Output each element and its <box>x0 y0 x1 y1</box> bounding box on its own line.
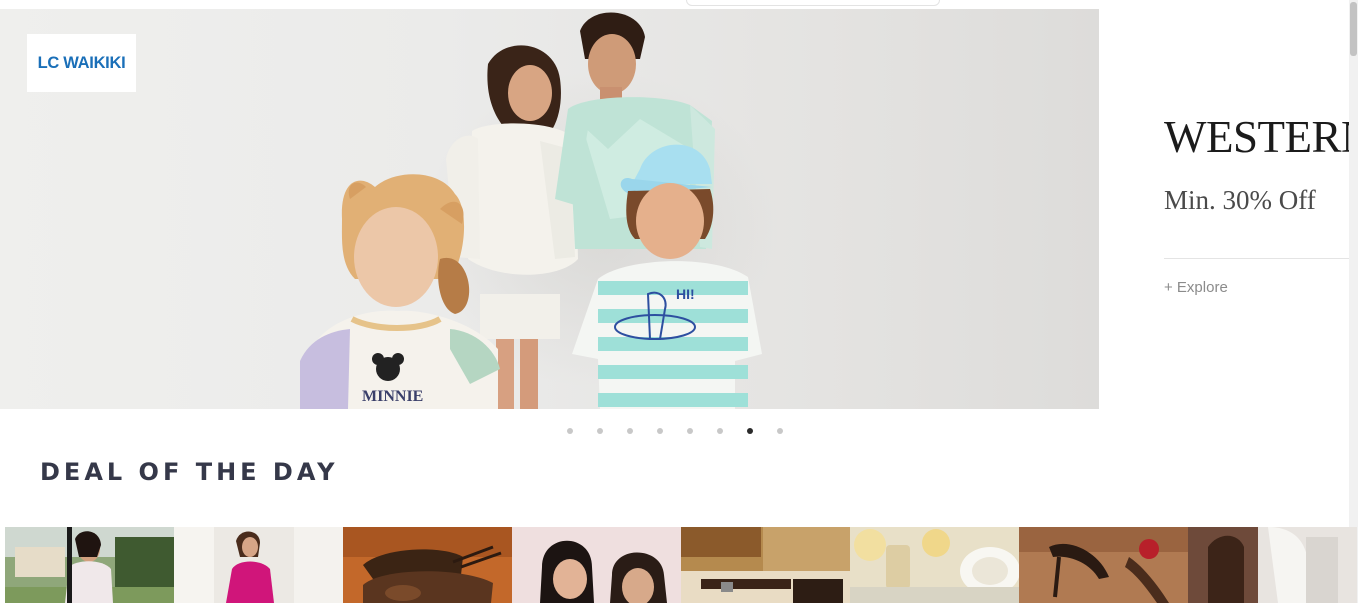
deal-tile-woman-in-park[interactable] <box>5 527 174 603</box>
carousel-dot[interactable] <box>717 428 723 434</box>
carousel-dot[interactable] <box>627 428 633 434</box>
hero-banner[interactable]: MINNIE HI! LC WAIKIKI <box>0 9 1099 409</box>
page-scrollbar[interactable]: ▼ <box>1349 0 1358 603</box>
deal-tile-glassware-tableware[interactable] <box>850 527 1019 603</box>
deal-tiles-row <box>5 527 1357 603</box>
scrollbar-thumb[interactable] <box>1350 2 1357 56</box>
deal-tile-leather-belt-wallet[interactable] <box>681 527 850 603</box>
carousel-dots <box>567 428 783 434</box>
promo-title: WESTERN <box>1164 112 1349 162</box>
svg-text:HI!: HI! <box>676 286 695 302</box>
brand-logo-text: LC WAIKIKI <box>37 53 126 72</box>
promo-panel: WESTERN Min. 30% Off + Explore <box>1099 9 1349 409</box>
carousel-dot[interactable] <box>777 428 783 434</box>
promo-divider <box>1164 258 1349 259</box>
deal-tile-woman-pink-dress[interactable] <box>174 527 343 603</box>
deal-of-the-day-heading: DEAL OF THE DAY <box>40 458 339 486</box>
brand-logo[interactable]: LC WAIKIKI <box>27 34 136 92</box>
carousel-dot[interactable] <box>567 428 573 434</box>
deal-tile-loafers[interactable] <box>1188 527 1357 603</box>
page: MINNIE HI! LC WAIKIKI WESTER Min. 30% Of… <box>0 0 1358 603</box>
carousel-dot-active[interactable] <box>747 428 753 434</box>
explore-link[interactable]: + Explore <box>1164 279 1228 296</box>
carousel-dot[interactable] <box>657 428 663 434</box>
svg-text:MINNIE: MINNIE <box>362 388 423 405</box>
carousel-dot[interactable] <box>597 428 603 434</box>
hero-family-photo: MINNIE HI! <box>300 12 762 409</box>
search-bar[interactable] <box>686 0 940 6</box>
deal-tile-heeled-sandals[interactable] <box>1019 527 1188 603</box>
deal-tile-brown-leather-shoes[interactable] <box>343 527 512 603</box>
carousel-dot[interactable] <box>687 428 693 434</box>
promo-discount: Min. 30% Off <box>1164 185 1316 215</box>
deal-tile-two-women-portrait[interactable] <box>512 527 681 603</box>
